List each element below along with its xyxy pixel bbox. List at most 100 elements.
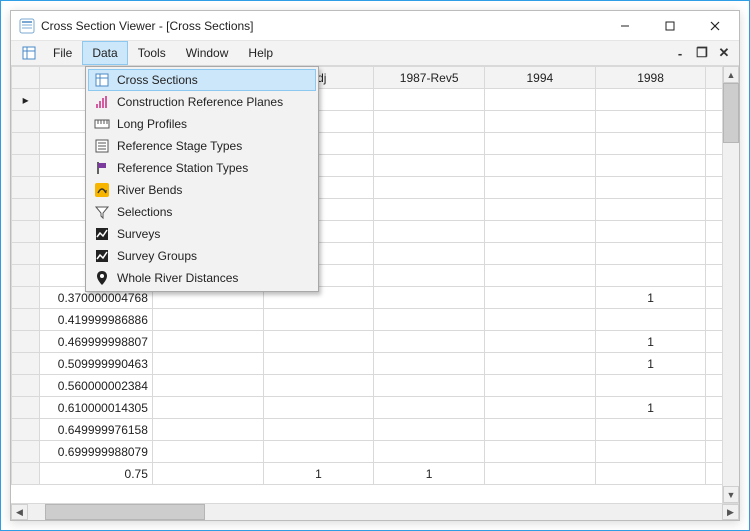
menu-window[interactable]: Window — [176, 41, 239, 65]
cell[interactable] — [485, 375, 596, 397]
table-row[interactable]: 0.649999976158 — [12, 419, 740, 441]
cell[interactable] — [485, 133, 596, 155]
cell[interactable] — [485, 463, 596, 485]
menu-help[interactable]: Help — [238, 41, 283, 65]
column-header[interactable]: 1998 — [595, 67, 706, 89]
column-header[interactable]: 1987-Rev5 — [374, 67, 485, 89]
cell[interactable]: 0.75 — [40, 463, 153, 485]
menubar[interactable]: File Data Tools Window Help - ❐ ✕ Cross … — [11, 41, 739, 66]
scroll-left-button[interactable]: ◀ — [11, 504, 28, 520]
cell[interactable] — [152, 353, 263, 375]
cell[interactable] — [485, 111, 596, 133]
cell[interactable] — [595, 375, 706, 397]
row-header[interactable] — [12, 111, 40, 133]
cell[interactable] — [374, 111, 485, 133]
vscroll-track[interactable] — [723, 83, 739, 486]
cell[interactable] — [595, 177, 706, 199]
row-header[interactable] — [12, 265, 40, 287]
cell[interactable] — [263, 375, 374, 397]
mdi-minimize-button[interactable]: - — [671, 45, 689, 61]
cell[interactable] — [485, 243, 596, 265]
cell[interactable] — [374, 375, 485, 397]
hscroll-track[interactable] — [28, 504, 722, 520]
cell[interactable] — [595, 133, 706, 155]
vscroll-thumb[interactable] — [723, 83, 739, 143]
cell[interactable] — [485, 155, 596, 177]
cell[interactable] — [152, 441, 263, 463]
row-header[interactable] — [12, 243, 40, 265]
menu-data[interactable]: Data — [82, 41, 127, 65]
cell[interactable] — [485, 309, 596, 331]
row-header[interactable] — [12, 287, 40, 309]
cell[interactable]: 0.560000002384 — [40, 375, 153, 397]
cell[interactable] — [485, 419, 596, 441]
scroll-up-button[interactable]: ▲ — [723, 66, 739, 83]
cell[interactable]: 1 — [595, 353, 706, 375]
table-row[interactable]: 0.75111 — [12, 463, 740, 485]
cell[interactable] — [152, 375, 263, 397]
menu-item-river-bends[interactable]: River Bends — [88, 179, 316, 201]
cell[interactable]: 1 — [374, 463, 485, 485]
mdi-restore-button[interactable]: ❐ — [693, 45, 711, 61]
row-header[interactable] — [12, 309, 40, 331]
cell[interactable] — [485, 287, 596, 309]
cell[interactable]: 0.509999990463 — [40, 353, 153, 375]
cell[interactable] — [152, 419, 263, 441]
row-header[interactable] — [12, 177, 40, 199]
cell[interactable] — [374, 419, 485, 441]
row-header[interactable] — [12, 133, 40, 155]
cell[interactable] — [595, 243, 706, 265]
maximize-button[interactable] — [647, 11, 692, 40]
hscroll-thumb[interactable] — [45, 504, 205, 520]
menu-item-selections[interactable]: Selections — [88, 201, 316, 223]
cell[interactable] — [485, 89, 596, 111]
row-header[interactable] — [12, 331, 40, 353]
cell[interactable]: 0.699999988079 — [40, 441, 153, 463]
menu-item-whole-river-distances[interactable]: Whole River Distances — [88, 267, 316, 289]
cell[interactable]: 0.419999986886 — [40, 309, 153, 331]
cell[interactable] — [595, 221, 706, 243]
menu-item-long-profiles[interactable]: Long Profiles — [88, 113, 316, 135]
row-header[interactable] — [12, 199, 40, 221]
cell[interactable] — [263, 309, 374, 331]
cell[interactable] — [374, 353, 485, 375]
cell[interactable] — [374, 397, 485, 419]
cell[interactable] — [595, 199, 706, 221]
menu-file[interactable]: File — [43, 41, 82, 65]
cell[interactable]: 0.649999976158 — [40, 419, 153, 441]
menu-tools[interactable]: Tools — [128, 41, 176, 65]
table-row[interactable]: 0.509999990463 1 — [12, 353, 740, 375]
menu-item-survey-groups[interactable]: Survey Groups — [88, 245, 316, 267]
row-header[interactable] — [12, 155, 40, 177]
cell[interactable] — [374, 243, 485, 265]
menu-item-surveys[interactable]: Surveys — [88, 223, 316, 245]
cell[interactable]: 0.610000014305 — [40, 397, 153, 419]
menu-item-construction-reference-planes[interactable]: Construction Reference Planes — [88, 91, 316, 113]
cell[interactable] — [263, 397, 374, 419]
cell[interactable] — [485, 221, 596, 243]
cell[interactable] — [485, 331, 596, 353]
cell[interactable] — [263, 331, 374, 353]
cell[interactable] — [595, 463, 706, 485]
mdi-close-button[interactable]: ✕ — [715, 45, 733, 61]
cell[interactable] — [374, 177, 485, 199]
cell[interactable] — [485, 265, 596, 287]
cell[interactable]: 1 — [263, 463, 374, 485]
cell[interactable]: 1 — [595, 397, 706, 419]
column-header[interactable]: 1994 — [485, 67, 596, 89]
cell[interactable] — [485, 441, 596, 463]
cell[interactable] — [152, 397, 263, 419]
row-header[interactable] — [12, 419, 40, 441]
cell[interactable] — [374, 309, 485, 331]
horizontal-scrollbar[interactable]: ◀ ▶ — [11, 503, 739, 520]
cell[interactable] — [374, 133, 485, 155]
table-row[interactable]: 0.699999988079 — [12, 441, 740, 463]
row-header[interactable] — [12, 441, 40, 463]
row-header[interactable] — [12, 463, 40, 485]
cell[interactable] — [374, 331, 485, 353]
cell[interactable] — [374, 287, 485, 309]
cell[interactable] — [374, 199, 485, 221]
table-row[interactable]: 0.46999999880711 — [12, 331, 740, 353]
data-menu-dropdown[interactable]: Cross SectionsConstruction Reference Pla… — [85, 66, 319, 292]
cell[interactable] — [485, 199, 596, 221]
